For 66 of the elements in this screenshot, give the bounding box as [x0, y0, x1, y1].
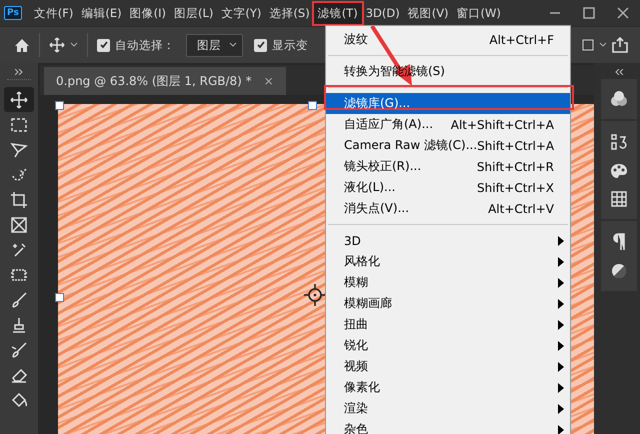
history-icon[interactable] [610, 133, 628, 151]
crop-icon [10, 190, 28, 208]
stamp-icon [10, 316, 28, 334]
menu-item[interactable]: 消失点(V)... Alt+Ctrl+V [326, 198, 570, 219]
menu-item[interactable]: 像素化 [326, 377, 570, 398]
brush-icon [10, 290, 28, 308]
show-transform-label: 显示变 [272, 38, 308, 52]
history-brush-icon [10, 340, 28, 358]
document-tab[interactable]: 0.png @ 63.8% (图层 1, RGB/8) * × [44, 67, 286, 95]
checkbox[interactable] [254, 38, 267, 52]
menu-item[interactable]: 锐化 [326, 335, 570, 356]
app-logo: Ps [4, 6, 22, 20]
paragraph-icon[interactable] [613, 233, 625, 251]
menu-item[interactable]: 波纹 Alt+Ctrl+F [326, 29, 570, 50]
transform-handle[interactable] [55, 101, 64, 110]
lasso-icon [10, 140, 28, 158]
palette-icon[interactable] [610, 163, 628, 179]
quick-select-icon [10, 166, 28, 184]
menu-item[interactable]: 视频 [326, 356, 570, 377]
checkbox[interactable] [97, 38, 110, 52]
adjustment-icon[interactable] [611, 263, 627, 279]
expand-icon[interactable] [15, 69, 23, 75]
move-icon[interactable] [49, 37, 65, 53]
close-icon[interactable] [617, 7, 629, 19]
menu-item[interactable]: 风格化 [326, 251, 570, 272]
tool-button[interactable] [4, 87, 34, 112]
channels-icon[interactable] [610, 91, 628, 107]
menu-item[interactable]: 模糊 [326, 272, 570, 293]
layer-dropdown[interactable]: 图层 [186, 34, 243, 56]
maximize-icon[interactable] [583, 7, 595, 19]
square-icon[interactable] [582, 39, 594, 51]
menu-bar-item[interactable]: 选择(S) [265, 2, 314, 24]
caret-icon[interactable] [70, 42, 78, 48]
menu-bar-item[interactable]: 窗口(W) [452, 2, 505, 24]
menu-item[interactable]: 3D [326, 230, 570, 251]
home-icon[interactable] [14, 38, 30, 52]
menu-bar-item[interactable]: 图层(L) [170, 2, 218, 24]
menu-item[interactable]: 液化(L)... Shift+Ctrl+X [326, 177, 570, 198]
caret-icon [229, 42, 237, 48]
menu-item[interactable]: 扭曲 [326, 314, 570, 335]
transform-handle[interactable] [308, 101, 317, 110]
menu-bar-item[interactable]: 视图(V) [404, 2, 453, 24]
menu-item[interactable]: Camera Raw 滤镜(C)...Shift+Ctrl+A [326, 135, 570, 156]
menu-bar-item[interactable]: 滤镜(T) [314, 2, 362, 24]
caret-icon[interactable] [599, 42, 607, 48]
menu-bar-item[interactable]: 编辑(E) [77, 2, 126, 24]
paint-bucket-icon [10, 390, 28, 408]
eyedropper-icon [10, 240, 28, 258]
menu-bar-item[interactable]: 文字(Y) [217, 2, 266, 24]
collapse-icon[interactable] [615, 69, 623, 75]
grid-icon[interactable] [611, 191, 627, 207]
share-icon[interactable] [612, 37, 628, 53]
menu-item[interactable]: 渲染 [326, 398, 570, 419]
menu-item[interactable]: 滤镜库(G)... [326, 93, 570, 114]
menu-bar-item[interactable]: 3D(D) [362, 3, 404, 23]
crosshair-icon [304, 284, 326, 306]
menu-bar-item[interactable]: 文件(F) [30, 2, 78, 24]
marquee-icon [10, 116, 28, 134]
frame-icon [10, 216, 28, 234]
menu-bar-item[interactable]: 图像(I) [126, 2, 170, 24]
menu-item[interactable]: 自适应广角(A)... Alt+Shift+Ctrl+A [326, 114, 570, 135]
move-icon [10, 90, 28, 108]
auto-select-label: 自动选择： [115, 38, 175, 52]
menu-item[interactable]: 模糊画廊 [326, 293, 570, 314]
transform-handle[interactable] [55, 293, 64, 302]
menu-item[interactable]: 镜头校正(R)... Shift+Ctrl+R [326, 156, 570, 177]
